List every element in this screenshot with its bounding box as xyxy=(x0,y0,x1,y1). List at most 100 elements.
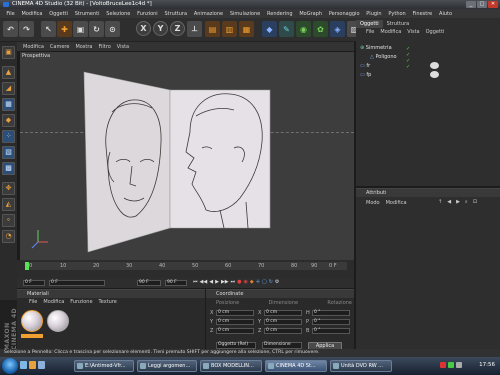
menu-strumenti[interactable]: Strumenti xyxy=(71,11,103,17)
mat-menu-funzione[interactable]: Funzione xyxy=(70,298,92,306)
cube-primitive-icon[interactable]: ◆ xyxy=(262,21,277,37)
task-cinema4d[interactable]: CINEMA 4D St... xyxy=(265,360,327,372)
points-mode-icon[interactable]: ⁘ xyxy=(2,130,15,143)
show-desktop-icon[interactable] xyxy=(20,361,27,369)
texture-mode-icon[interactable]: ▦ xyxy=(2,98,15,111)
timeline-track[interactable] xyxy=(27,262,347,270)
record-icon[interactable]: ● xyxy=(237,279,241,287)
nav-back-icon[interactable]: ◀ xyxy=(447,199,451,207)
close-button[interactable]: ✕ xyxy=(488,1,498,8)
mat-menu-modifica[interactable]: Modifica xyxy=(43,298,64,306)
scale-tool-icon[interactable]: ▣ xyxy=(73,21,88,37)
z-axis-lock-button[interactable]: Z xyxy=(170,21,185,36)
prev-frame-icon[interactable]: ◀ xyxy=(209,279,213,287)
start-frame-field[interactable]: 0 F xyxy=(23,280,45,286)
workplane-icon[interactable]: ◆ xyxy=(2,114,15,127)
vp-menu-filtro[interactable]: Filtro xyxy=(96,44,114,50)
attr-menu-modo[interactable]: Modo xyxy=(366,199,380,207)
tab-struttura[interactable]: Struttura xyxy=(383,20,414,28)
nav-forward-icon[interactable]: ▶ xyxy=(456,199,460,207)
menu-file[interactable]: File xyxy=(3,11,18,17)
object-row-simmetria[interactable]: ⊕ Simmetria xyxy=(360,44,392,52)
snap-icon[interactable]: ⚬ xyxy=(2,214,15,227)
play-icon[interactable]: ▶ xyxy=(215,279,219,287)
rot-h-field[interactable]: 0 ° xyxy=(312,310,350,316)
quantize-icon[interactable]: ◔ xyxy=(2,230,15,243)
menu-aiuto[interactable]: Aiuto xyxy=(436,11,456,17)
task-box-modelling[interactable]: BOX MODELLIN... xyxy=(200,360,262,372)
menu-plugin[interactable]: Plugin xyxy=(363,11,385,17)
menu-modifica[interactable]: Modifica xyxy=(18,11,46,17)
axis-mode-icon[interactable]: ✥ xyxy=(2,182,15,195)
redo-icon[interactable]: ↷ xyxy=(19,21,34,37)
timeline[interactable]: 0 10 20 30 40 50 60 70 80 90 0 F xyxy=(17,260,354,280)
rotate-tool-icon[interactable]: ↻ xyxy=(89,21,104,37)
volume-icon[interactable] xyxy=(456,362,462,368)
pos-z-field[interactable]: 0 cm xyxy=(216,328,254,334)
search-icon[interactable]: ⌕ xyxy=(465,199,468,207)
menu-oggetti[interactable]: Oggetti xyxy=(46,11,71,17)
vp-menu-modifica[interactable]: Modifica xyxy=(20,44,47,50)
make-editable-icon[interactable]: ▣ xyxy=(2,46,15,59)
edges-mode-icon[interactable]: ▧ xyxy=(2,146,15,159)
tweak-mode-icon[interactable]: ◭ xyxy=(2,198,15,211)
size-z-field[interactable]: 0 cm xyxy=(264,328,302,334)
object-row-fp[interactable]: ▭ fp xyxy=(360,71,371,79)
move-tool-icon[interactable]: ✚ xyxy=(57,21,72,37)
object-row-fr[interactable]: ▭ fr xyxy=(360,62,370,70)
vp-menu-vista[interactable]: Vista xyxy=(114,44,132,50)
last-tool-icon[interactable]: ⊙ xyxy=(105,21,120,37)
size-y-field[interactable]: 0 cm xyxy=(264,319,302,325)
object-row-poligono[interactable]: △ Poligono xyxy=(370,53,397,61)
param-key-icon[interactable]: ⚙ xyxy=(275,279,279,287)
menu-animazione[interactable]: Animazione xyxy=(190,11,226,17)
select-arrow-icon[interactable]: ↖ xyxy=(41,21,56,37)
maximize-button[interactable]: □ xyxy=(477,1,487,8)
prev-key-icon[interactable]: ◀◀ xyxy=(200,279,208,287)
attr-menu-modifica[interactable]: Modifica xyxy=(386,199,407,207)
om-menu-oggetti[interactable]: Oggetti xyxy=(426,28,445,36)
lock-icon[interactable]: ⊡ xyxy=(473,199,477,207)
vp-menu-camere[interactable]: Camere xyxy=(47,44,73,50)
autokey-icon[interactable]: ◉ xyxy=(244,279,248,287)
position-key-icon[interactable]: ✛ xyxy=(256,279,260,287)
mat-menu-texture[interactable]: Texture xyxy=(99,298,117,306)
array-icon[interactable]: ✿ xyxy=(313,21,328,37)
start-button[interactable] xyxy=(2,358,18,374)
go-to-end-icon[interactable]: ⏭ xyxy=(231,279,236,287)
om-menu-vista[interactable]: Vista xyxy=(407,28,419,36)
tray-icon[interactable] xyxy=(448,362,454,368)
pos-x-field[interactable]: 0 cm xyxy=(216,310,254,316)
minimize-button[interactable]: _ xyxy=(466,1,476,8)
undo-icon[interactable]: ↶ xyxy=(3,21,18,37)
coordinate-system-icon[interactable]: ⟂ xyxy=(187,21,202,37)
y-axis-lock-button[interactable]: Y xyxy=(153,21,168,36)
nav-up-icon[interactable]: ↑ xyxy=(438,199,442,207)
coord-size-mode-select[interactable]: Dimensione xyxy=(262,342,302,349)
menu-selezione[interactable]: Selezione xyxy=(103,11,134,17)
task-leggi-argomento[interactable]: Leggi argomen... xyxy=(137,360,197,372)
texture-tag-icon[interactable] xyxy=(430,71,439,78)
menu-rendering[interactable]: Rendering xyxy=(264,11,296,17)
perspective-viewport[interactable]: Prospettiva xyxy=(20,52,354,260)
menu-struttura[interactable]: Struttura xyxy=(161,11,190,17)
vp-menu-mostra[interactable]: Mostra xyxy=(72,44,95,50)
coord-mode-select[interactable]: Oggetto (Rel) xyxy=(216,342,256,349)
deformer-icon[interactable]: ◈ xyxy=(330,21,345,37)
menu-funzioni[interactable]: Funzioni xyxy=(134,11,161,17)
object-mode-icon[interactable]: ◢ xyxy=(2,82,15,95)
tab-oggetti[interactable]: Oggetti xyxy=(356,20,383,28)
x-axis-lock-button[interactable]: X xyxy=(136,21,151,36)
render-picture-viewer-icon[interactable]: ▥ xyxy=(222,21,237,37)
menu-personaggio[interactable]: Personaggio xyxy=(325,11,362,17)
render-settings-icon[interactable]: ▦ xyxy=(239,21,254,37)
next-frame-icon[interactable]: ▶▶ xyxy=(221,279,229,287)
polygons-mode-icon[interactable]: ▩ xyxy=(2,162,15,175)
rot-b-field[interactable]: 0 ° xyxy=(312,328,350,334)
firefox-icon[interactable] xyxy=(29,361,36,369)
pos-y-field[interactable]: 0 cm xyxy=(216,319,254,325)
material-swatch-1[interactable] xyxy=(21,310,43,332)
go-to-start-icon[interactable]: ⏮ xyxy=(193,279,198,287)
om-menu-modifica[interactable]: Modifica xyxy=(380,28,401,36)
keyframe-selection-icon[interactable]: ◆ xyxy=(250,279,254,287)
